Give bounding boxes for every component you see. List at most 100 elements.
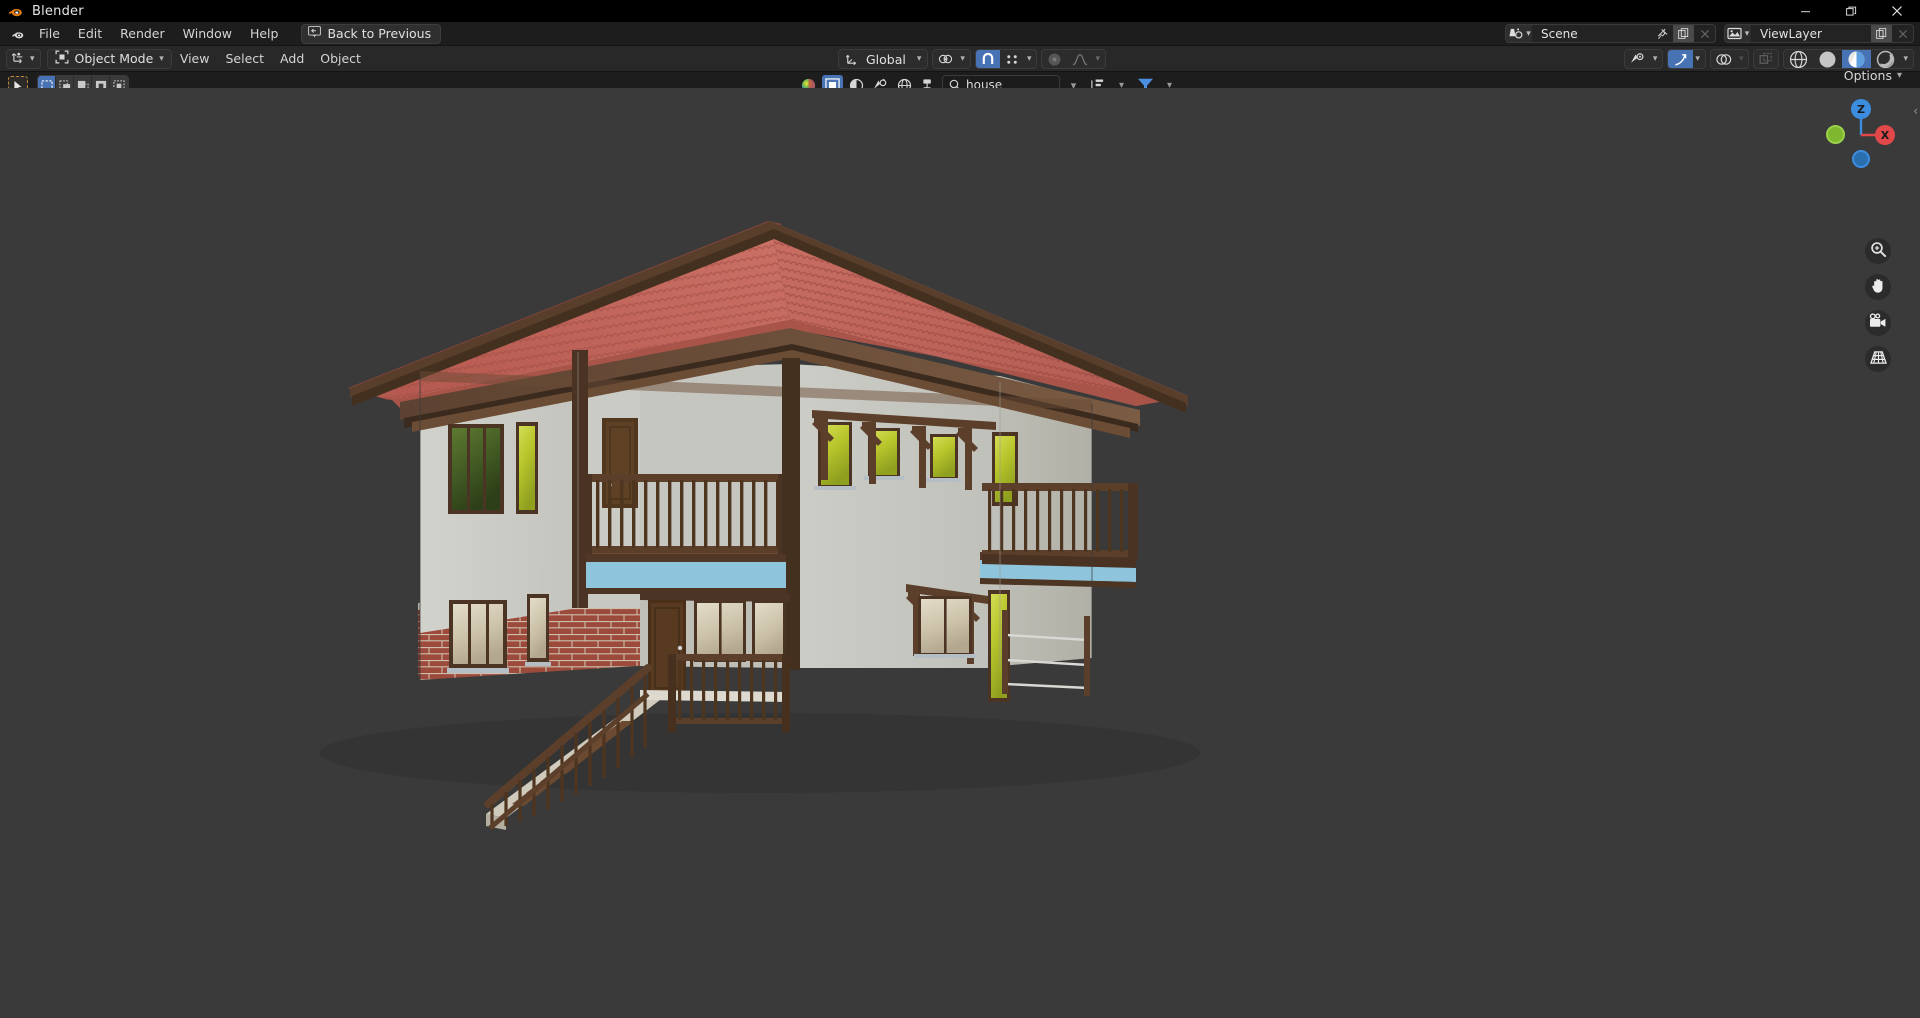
- viewport-header: ▾ Object Mode ▾ View Select Add Object G…: [0, 46, 1920, 72]
- window-title: Blender: [32, 3, 84, 19]
- entry-sidelight-windows: [694, 600, 786, 662]
- blender-application-window: Blender File Edit Render Window Help Bac…: [0, 0, 1920, 1018]
- chevron-down-icon: ▾: [1896, 69, 1902, 81]
- unlink-scene-icon[interactable]: [1694, 25, 1715, 42]
- back-to-previous-button[interactable]: Back to Previous: [301, 23, 442, 44]
- toggle-xray-button[interactable]: [1753, 49, 1780, 69]
- solid-shading-icon: [1819, 51, 1836, 67]
- window-lower-left-narrow: [525, 594, 551, 666]
- blender-logo-icon: [6, 3, 28, 19]
- proportional-edit-toggle[interactable]: [1042, 50, 1067, 68]
- close-button[interactable]: [1874, 0, 1920, 22]
- transform-orientation-label: Global: [866, 51, 906, 67]
- snap-target-icon[interactable]: [1000, 50, 1025, 68]
- scene-data-icon: ▾: [1506, 25, 1532, 42]
- navigation-gizmo[interactable]: Z X: [1824, 98, 1898, 172]
- options-dropdown[interactable]: Options ▾: [1838, 65, 1908, 85]
- balcony-railing-top: [590, 474, 786, 482]
- menu-help[interactable]: Help: [241, 24, 288, 44]
- pin-icon[interactable]: [1652, 25, 1673, 42]
- scene-selector[interactable]: ▾ Scene: [1505, 24, 1716, 43]
- object-visibility-dropdown[interactable]: ▾: [1623, 49, 1664, 69]
- transform-tools-cluster: Global ▾ ▾ ▾ ▾: [838, 49, 1106, 69]
- object-mode-dropdown[interactable]: Object Mode ▾: [46, 48, 172, 69]
- chevron-down-icon: ▾: [1095, 54, 1100, 64]
- chevron-down-icon: ▾: [1026, 54, 1032, 64]
- window-upper-left-narrow: [516, 422, 538, 514]
- gizmo-axis-neg-z[interactable]: [1852, 150, 1870, 168]
- wireframe-shading-button[interactable]: [1784, 50, 1813, 68]
- scene-name: Scene: [1541, 26, 1578, 41]
- viewport-menu-view[interactable]: View: [172, 49, 218, 69]
- magnifier-icon: [1870, 241, 1887, 262]
- window-right-lower: [914, 596, 976, 658]
- overlays-dropdown[interactable]: ▾: [1709, 49, 1750, 69]
- menu-edit[interactable]: Edit: [69, 24, 111, 44]
- window-lower-left-triple: [447, 600, 509, 673]
- viewlayer-selector[interactable]: ▾ ViewLayer: [1724, 24, 1914, 43]
- gizmo-axis-z[interactable]: Z: [1851, 99, 1871, 119]
- menu-bar: File Edit Render Window Help Back to Pre…: [0, 22, 1920, 46]
- pan-view-button[interactable]: [1865, 274, 1891, 300]
- pivot-point-dropdown[interactable]: ▾: [932, 49, 971, 69]
- object-visibility-icon: [1625, 50, 1651, 68]
- toggle-orthographic-button[interactable]: [1865, 346, 1891, 372]
- chevron-down-icon: ▾: [1738, 54, 1744, 64]
- chevron-down-icon: ▾: [1903, 54, 1908, 64]
- overlays-toggle[interactable]: [1711, 50, 1737, 68]
- viewport-sidebar-chevron[interactable]: ‹: [1913, 104, 1918, 118]
- chevron-down-icon: ▾: [916, 54, 922, 64]
- back-to-previous-icon: [308, 26, 322, 41]
- wireframe-shading-icon: [1790, 50, 1808, 68]
- 3d-viewport[interactable]: ‹ Z X: [0, 88, 1920, 1018]
- gizmo-axis-x[interactable]: X: [1875, 125, 1895, 145]
- proportional-falloff-icon[interactable]: [1067, 50, 1093, 68]
- menu-render[interactable]: Render: [111, 24, 174, 44]
- restore-button[interactable]: [1828, 0, 1874, 22]
- new-viewlayer-icon[interactable]: [1871, 25, 1892, 42]
- hand-icon: [1870, 277, 1887, 298]
- view-layer-icon: ▾: [1725, 25, 1751, 42]
- menu-file[interactable]: File: [30, 24, 69, 44]
- object-mode-icon: [55, 50, 69, 67]
- viewport-menu-object[interactable]: Object: [312, 49, 369, 69]
- gizmo-axis-y[interactable]: [1826, 125, 1845, 144]
- viewport-menu-add[interactable]: Add: [272, 49, 312, 69]
- back-to-previous-label: Back to Previous: [327, 26, 432, 41]
- blender-menu-icon[interactable]: [4, 27, 30, 41]
- title-bar: Blender: [0, 0, 1920, 22]
- editor-type-selector[interactable]: ▾: [6, 48, 41, 69]
- chevron-down-icon: ▾: [1695, 54, 1700, 64]
- porch-railing-top: [672, 654, 786, 661]
- grid-perspective-icon: [1869, 350, 1887, 369]
- transform-orientation-dropdown[interactable]: Global ▾: [838, 49, 929, 69]
- awning-left: [586, 554, 786, 594]
- chevron-down-icon: ▾: [159, 53, 164, 64]
- viewlayer-name: ViewLayer: [1760, 26, 1822, 41]
- chevron-down-icon: ▾: [1652, 54, 1658, 64]
- proportional-editing-controls: ▾: [1041, 49, 1106, 69]
- gizmo-dropdown[interactable]: ▾: [1667, 49, 1706, 69]
- minimize-button[interactable]: [1782, 0, 1828, 22]
- porch-balusters: [678, 660, 778, 720]
- toggle-xray-icon: [1754, 50, 1778, 68]
- house-model[interactable]: [0, 88, 1920, 1018]
- zoom-view-button[interactable]: [1865, 238, 1891, 264]
- window-upper-left-triple: [448, 424, 504, 514]
- new-scene-icon[interactable]: [1673, 25, 1694, 42]
- viewport-nav-buttons: [1865, 238, 1891, 372]
- object-mode-label: Object Mode: [74, 51, 154, 66]
- snap-controls: ▾: [974, 49, 1038, 69]
- editor-type-3dview-icon: [11, 49, 27, 68]
- window-controls: [1782, 0, 1920, 22]
- viewport-menu-select[interactable]: Select: [217, 49, 272, 69]
- camera-view-button[interactable]: [1865, 310, 1891, 336]
- balcony-right-top-rail: [982, 483, 1136, 491]
- snap-magnet-toggle[interactable]: [975, 50, 1000, 68]
- chevron-down-icon: ▾: [30, 53, 35, 64]
- chevron-down-icon: ▾: [960, 54, 965, 64]
- menu-window[interactable]: Window: [174, 24, 241, 44]
- transform-orientation-icon: [839, 50, 863, 68]
- gizmo-toggle[interactable]: [1668, 50, 1694, 68]
- unlink-viewlayer-icon[interactable]: [1892, 25, 1913, 42]
